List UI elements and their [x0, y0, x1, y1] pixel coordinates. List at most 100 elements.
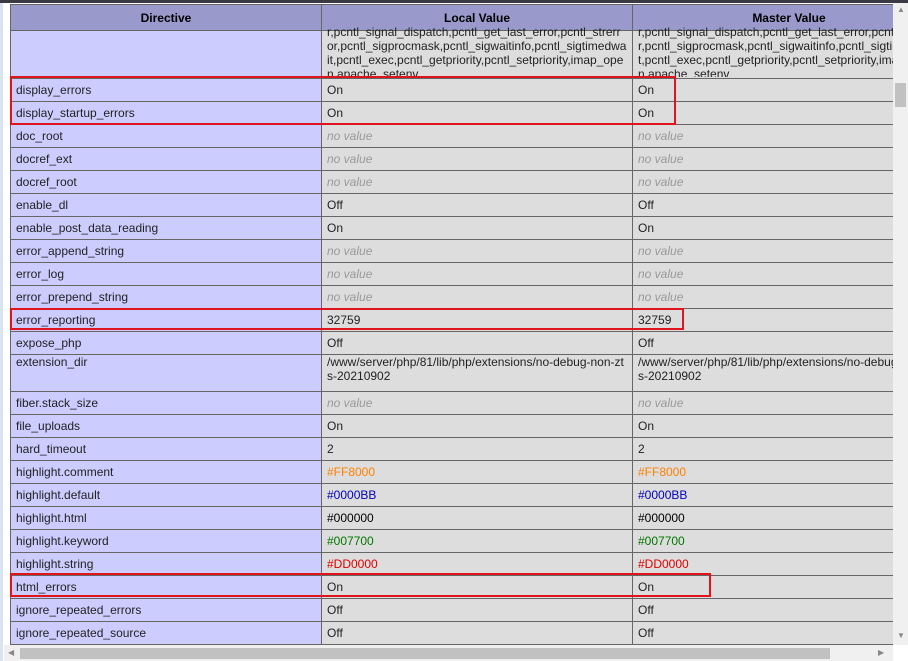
master-value: 2: [632, 437, 893, 461]
header-directive: Directive: [10, 4, 322, 31]
directive-name: html_errors: [10, 575, 322, 599]
table-row: r,pcntl_signal_dispatch,pcntl_get_last_e…: [10, 25, 893, 79]
master-value: r,pcntl_signal_dispatch,pcntl_get_last_e…: [638, 25, 893, 77]
table-row: fiber.stack_size no value no value: [10, 391, 893, 415]
master-value: On: [632, 216, 893, 240]
table-row: expose_php Off Off: [10, 331, 893, 355]
master-value: Off: [632, 598, 893, 622]
master-value: no value: [632, 239, 893, 263]
scroll-up-arrow-icon[interactable]: ▲: [897, 5, 905, 14]
local-value: Off: [321, 598, 633, 622]
table-row: highlight.default #0000BB #0000BB: [10, 483, 893, 507]
master-value: no value: [632, 147, 893, 171]
local-value: On: [321, 216, 633, 240]
directive-table: Directive Local Value Master Value r,pcn…: [10, 4, 893, 645]
directive-name: error_append_string: [10, 239, 322, 263]
local-value: no value: [321, 147, 633, 171]
horizontal-scroll-thumb[interactable]: [20, 648, 830, 659]
table-row: docref_root no value no value: [10, 170, 893, 194]
local-value: no value: [321, 262, 633, 286]
master-value: #DD0000: [632, 552, 893, 576]
directive-name: hard_timeout: [10, 437, 322, 461]
scroll-right-arrow-icon[interactable]: ▶: [878, 648, 884, 657]
master-value: no value: [632, 170, 893, 194]
local-value: On: [321, 78, 633, 102]
table-row: highlight.html #000000 #000000: [10, 506, 893, 530]
local-value: #000000: [321, 506, 633, 530]
directive-name: highlight.comment: [10, 460, 322, 484]
master-value: /www/server/php/81/lib/php/extensions/no…: [632, 354, 893, 392]
local-value: #FF8000: [321, 460, 633, 484]
table-row: highlight.string #DD0000 #DD0000: [10, 552, 893, 576]
table-row: hard_timeout 2 2: [10, 437, 893, 461]
directive-name: doc_root: [10, 124, 322, 148]
local-value: Off: [321, 621, 633, 645]
local-value: no value: [321, 391, 633, 415]
master-value: #0000BB: [632, 483, 893, 507]
vertical-scrollbar[interactable]: ▲ ▼: [893, 3, 908, 645]
table-row: html_errors On On: [10, 575, 893, 599]
local-value: On: [321, 575, 633, 599]
table-row: file_uploads On On: [10, 414, 893, 438]
master-value: Off: [632, 331, 893, 355]
master-value: #000000: [632, 506, 893, 530]
directive-name: ignore_repeated_errors: [10, 598, 322, 622]
scroll-down-arrow-icon[interactable]: ▼: [897, 631, 905, 640]
local-value: On: [321, 414, 633, 438]
local-value: no value: [321, 124, 633, 148]
local-value: 32759: [321, 308, 633, 332]
table-row: enable_dl Off Off: [10, 193, 893, 217]
table-row: highlight.comment #FF8000 #FF8000: [10, 460, 893, 484]
table-row: error_append_string no value no value: [10, 239, 893, 263]
master-value: On: [632, 101, 893, 125]
local-value: #DD0000: [321, 552, 633, 576]
local-value: Off: [321, 331, 633, 355]
table-row: error_reporting 32759 32759: [10, 308, 893, 332]
table-row: ignore_repeated_source Off Off: [10, 621, 893, 645]
window-left-border: [0, 3, 3, 661]
table-row: highlight.keyword #007700 #007700: [10, 529, 893, 553]
table-row: docref_ext no value no value: [10, 147, 893, 171]
directive-name: ignore_repeated_source: [10, 621, 322, 645]
local-value: On: [321, 101, 633, 125]
horizontal-scrollbar[interactable]: ◀ ▶: [4, 645, 893, 661]
directive-name: display_startup_errors: [10, 101, 322, 125]
local-value: #0000BB: [321, 483, 633, 507]
directive-name: display_errors: [10, 78, 322, 102]
master-value: #FF8000: [632, 460, 893, 484]
master-value: no value: [632, 262, 893, 286]
master-value: #007700: [632, 529, 893, 553]
master-value: On: [632, 78, 893, 102]
phpinfo-viewport: Directive Local Value Master Value r,pcn…: [4, 3, 893, 645]
directive-name: enable_dl: [10, 193, 322, 217]
directive-name: expose_php: [10, 331, 322, 355]
directive-name: highlight.html: [10, 506, 322, 530]
table-row: extension_dir/www/server/php/81/lib/php/…: [10, 354, 893, 392]
table-row: display_errors On On: [10, 78, 893, 102]
directive-name: error_prepend_string: [10, 285, 322, 309]
local-value: no value: [321, 285, 633, 309]
master-value: On: [632, 414, 893, 438]
master-value: On: [632, 575, 893, 599]
master-value: Off: [632, 621, 893, 645]
local-value: r,pcntl_signal_dispatch,pcntl_get_last_e…: [327, 25, 627, 77]
directive-name: extension_dir: [10, 354, 322, 392]
directive-name: error_log: [10, 262, 322, 286]
local-value: #007700: [321, 529, 633, 553]
directive-name: enable_post_data_reading: [10, 216, 322, 240]
master-value: no value: [632, 285, 893, 309]
master-value: 32759: [632, 308, 893, 332]
table-row: doc_root no value no value: [10, 124, 893, 148]
local-value: Off: [321, 193, 633, 217]
table-row: enable_post_data_reading On On: [10, 216, 893, 240]
local-value: 2: [321, 437, 633, 461]
vertical-scroll-thumb[interactable]: [895, 83, 906, 107]
directive-name: fiber.stack_size: [10, 391, 322, 415]
table-row: display_startup_errors On On: [10, 101, 893, 125]
directive-name: error_reporting: [10, 308, 322, 332]
master-value: Off: [632, 193, 893, 217]
scroll-left-arrow-icon[interactable]: ◀: [8, 648, 14, 657]
directive-name: docref_root: [10, 170, 322, 194]
table-row: ignore_repeated_errors Off Off: [10, 598, 893, 622]
directive-name: highlight.default: [10, 483, 322, 507]
